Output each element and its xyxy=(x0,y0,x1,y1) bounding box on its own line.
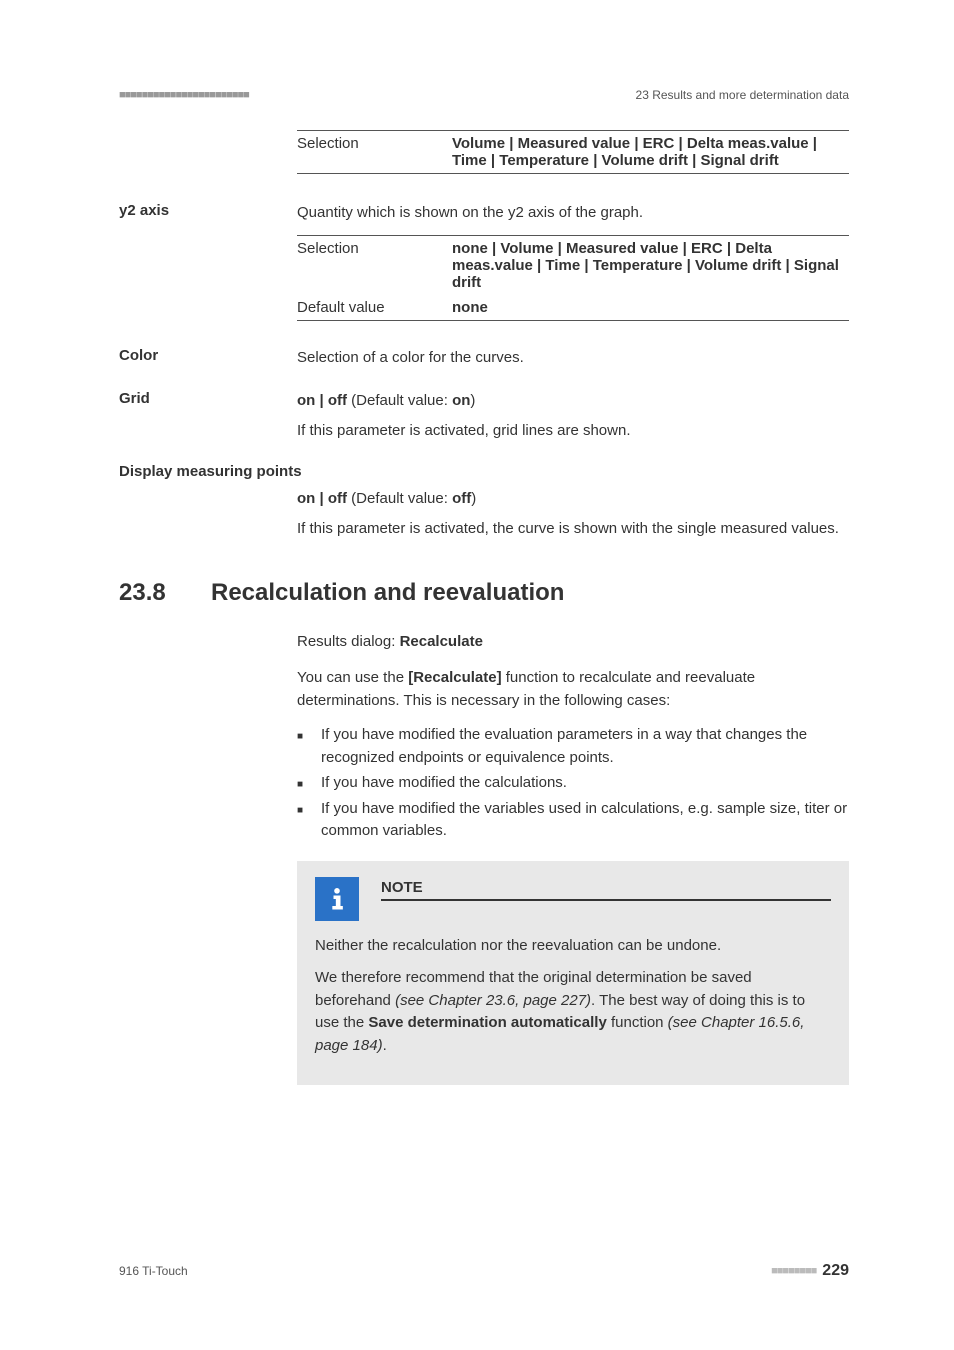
footer-dots: ■■■■■■■■ xyxy=(771,1265,816,1277)
grid-options: on | off (Default value: on) xyxy=(297,390,849,413)
y2-def-label: Default value xyxy=(297,299,452,316)
bullet-icon: ■ xyxy=(297,724,321,769)
section-heading-row: 23.8 Recalculation and reevaluation xyxy=(119,579,849,607)
intro-bold: [Recalculate] xyxy=(408,669,501,686)
bullet-text-2: If you have modified the calculations. xyxy=(321,772,567,795)
note-2d: Save determination automatically xyxy=(368,1014,606,1031)
grid-default-text: (Default value: xyxy=(347,392,452,409)
grid-close-paren: ) xyxy=(470,392,475,409)
color-heading: Color xyxy=(119,347,297,364)
footer-product: 916 Ti-Touch xyxy=(119,1264,188,1278)
y2axis-desc: Quantity which is shown on the y2 axis o… xyxy=(297,202,849,225)
results-dialog-line: Results dialog: Recalculate xyxy=(297,631,849,654)
selection-top-value: Volume | Measured value | ERC | Delta me… xyxy=(452,135,817,169)
grid-heading: Grid xyxy=(119,390,297,407)
selection-top-table: Selection Volume | Measured value | ERC … xyxy=(297,130,849,174)
dialog-prefix: Results dialog: xyxy=(297,633,400,650)
list-item: ■ If you have modified the calculations. xyxy=(297,772,849,795)
y2-sel-label: Selection xyxy=(297,240,452,291)
list-item: ■ If you have modified the evaluation pa… xyxy=(297,724,849,769)
y2-def-value: none xyxy=(452,299,488,316)
dmp-desc: If this parameter is activated, the curv… xyxy=(297,518,849,541)
dmp-heading: Display measuring points xyxy=(119,463,849,480)
y2-sel-value: none | Volume | Measured value | ERC | D… xyxy=(452,240,839,291)
color-desc: Selection of a color for the curves. xyxy=(297,347,849,370)
note-label: NOTE xyxy=(381,879,831,896)
note-2b: (see Chapter 23.6, page 227) xyxy=(395,992,591,1009)
dmp-on-off: on | off xyxy=(297,490,347,507)
dmp-close-paren: ) xyxy=(471,490,476,507)
intro-p1: You can use the xyxy=(297,669,408,686)
y2axis-table: Selection none | Volume | Measured value… xyxy=(297,235,849,321)
grid-default-val: on xyxy=(452,392,470,409)
dmp-options: on | off (Default value: off) xyxy=(297,488,849,511)
dmp-default-text: (Default value: xyxy=(347,490,452,507)
bullet-text-1: If you have modified the evaluation para… xyxy=(321,724,849,769)
page-header: ■■■■■■■■■■■■■■■■■■■■■■■ 23 Results and m… xyxy=(119,88,849,102)
section-number: 23.8 xyxy=(119,579,211,607)
page-number: 229 xyxy=(822,1262,849,1280)
page-footer: 916 Ti-Touch ■■■■■■■■ 229 xyxy=(119,1262,849,1280)
note-text-2: We therefore recommend that the original… xyxy=(315,967,831,1057)
grid-on-off: on | off xyxy=(297,392,347,409)
y2axis-heading: y2 axis xyxy=(119,202,297,219)
bullet-list: ■ If you have modified the evaluation pa… xyxy=(297,724,849,843)
header-dots-left: ■■■■■■■■■■■■■■■■■■■■■■■ xyxy=(119,89,249,101)
list-item: ■ If you have modified the variables use… xyxy=(297,798,849,843)
dmp-default-val: off xyxy=(452,490,471,507)
note-2e: function xyxy=(607,1014,668,1031)
selection-top-label: Selection xyxy=(297,135,452,169)
note-text-1: Neither the recalculation nor the reeval… xyxy=(315,935,831,958)
header-chapter: 23 Results and more determination data xyxy=(636,88,849,102)
dialog-bold: Recalculate xyxy=(400,633,483,650)
note-divider xyxy=(381,899,831,901)
section-title: Recalculation and reevaluation xyxy=(211,579,564,607)
note-2g: . xyxy=(383,1037,387,1054)
bullet-text-3: If you have modified the variables used … xyxy=(321,798,849,843)
section-intro: You can use the [Recalculate] function t… xyxy=(297,667,849,712)
grid-desc: If this parameter is activated, grid lin… xyxy=(297,420,849,443)
bullet-icon: ■ xyxy=(297,798,321,843)
note-callout: NOTE Neither the recalculation nor the r… xyxy=(297,861,849,1086)
bullet-icon: ■ xyxy=(297,772,321,795)
info-icon xyxy=(315,877,359,921)
